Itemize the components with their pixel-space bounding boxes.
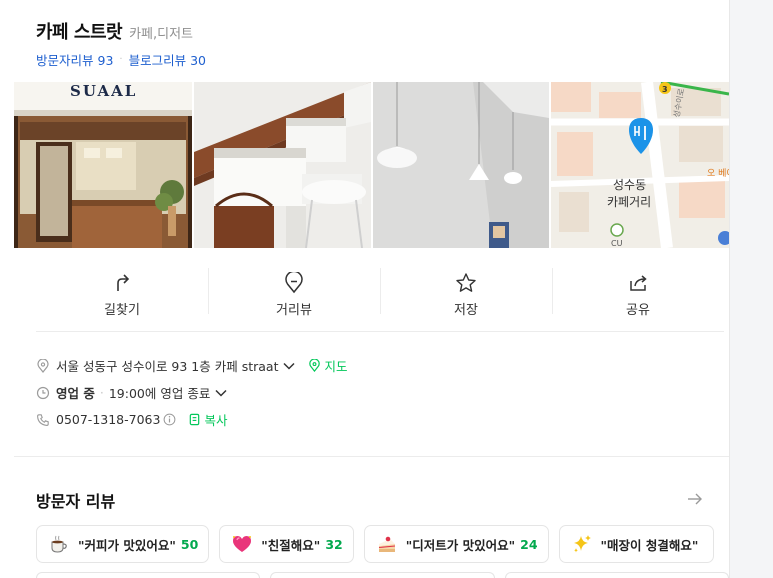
map-label-line1: 성수동 xyxy=(613,178,646,192)
storefront-sign: SUAAL xyxy=(70,82,137,100)
place-detail-panel: 카페 스트랏 카페,디저트 방문자리뷰 93 · 블로그리뷰 30 SUAAL xyxy=(14,0,729,578)
copy-button[interactable]: 복사 xyxy=(204,410,227,429)
clock-icon xyxy=(36,386,50,399)
review-chip-text: "커피가 맛있어요" xyxy=(78,537,176,553)
share-label: 공유 xyxy=(626,302,650,318)
photo-pendant-lights[interactable] xyxy=(373,82,549,248)
place-name: 카페 스트랏 xyxy=(36,22,123,43)
directions-icon xyxy=(117,273,130,291)
place-info: 서울 성동구 성수이로 93 1층 카페 straat 지도 영업 중 · 19… xyxy=(36,352,348,433)
review-chip-count: 32 xyxy=(325,536,343,552)
review-chip-count: 50 xyxy=(180,536,199,552)
blog-reviews-label: 블로그리뷰 xyxy=(128,53,187,68)
map-label-line2: 카페거리 xyxy=(607,195,651,209)
review-chip-text: "매장이 청결해요" xyxy=(600,537,699,553)
review-chip[interactable]: "친절해요" 32 xyxy=(219,525,354,563)
street-view-label: 거리뷰 xyxy=(276,302,312,318)
review-chip[interactable]: "매장이 청결해요" xyxy=(558,525,715,563)
chevron-down-icon[interactable] xyxy=(214,386,228,400)
photo-storefront[interactable]: SUAAL xyxy=(14,82,192,248)
separator-dot: · xyxy=(99,385,104,400)
street-view-icon xyxy=(285,271,303,293)
visitor-reviews-link[interactable]: 방문자리뷰 93 xyxy=(36,50,113,69)
phone-number: 0507-1318-7063 xyxy=(56,412,161,427)
street-view-button[interactable]: 거리뷰 xyxy=(208,258,380,331)
action-bar: 길찾기 거리뷰 저장 공유 xyxy=(36,258,724,332)
share-icon xyxy=(630,274,647,291)
blog-reviews-link[interactable]: 블로그리뷰 30 xyxy=(129,50,206,69)
map-route-number: 3 xyxy=(662,85,668,94)
photo-strip: SUAAL 3 성수이로 성수동 카페거리 오 베 CU xyxy=(14,82,729,248)
place-title-row: 카페 스트랏 카페,디저트 xyxy=(36,18,193,44)
directions-button[interactable]: 길찾기 xyxy=(36,258,208,331)
chevron-down-icon[interactable] xyxy=(282,359,296,373)
separator-dot: · xyxy=(119,54,123,65)
map-side-label: 오 베이 xyxy=(707,168,729,179)
review-chip[interactable]: "커피가 맛있어요" 50 xyxy=(36,525,210,563)
review-card-edge xyxy=(504,572,729,578)
photo-map[interactable]: 3 성수이로 성수동 카페거리 오 베이 CU xyxy=(551,82,729,248)
info-icon[interactable] xyxy=(163,413,176,426)
open-status: 영업 중 xyxy=(56,386,95,401)
review-chip-count: 24 xyxy=(520,536,538,552)
review-list-preview xyxy=(36,572,729,578)
heart-icon xyxy=(233,536,252,552)
save-button[interactable]: 저장 xyxy=(380,258,552,331)
location-pin-icon xyxy=(37,358,49,373)
visitor-reviews-label: 방문자리뷰 xyxy=(36,53,94,68)
map-pin-green-icon xyxy=(309,359,321,372)
sparkle-icon xyxy=(573,535,591,553)
review-card-edge xyxy=(270,572,495,578)
directions-label: 길찾기 xyxy=(104,302,140,318)
blog-reviews-count: 30 xyxy=(190,53,206,68)
review-links: 방문자리뷰 93 · 블로그리뷰 30 xyxy=(36,50,206,69)
map-bottom-label: CU xyxy=(611,239,623,248)
photo-interior-desks[interactable] xyxy=(194,82,371,248)
save-label: 저장 xyxy=(454,302,478,318)
place-category: 카페,디저트 xyxy=(129,27,194,42)
phone-icon xyxy=(37,413,49,426)
cake-icon xyxy=(378,536,395,552)
address-text: 서울 성동구 성수이로 93 1층 카페 straat xyxy=(56,359,279,374)
phone-line: 0507-1318-7063 복사 xyxy=(36,406,348,433)
review-keyword-chips: "커피가 맛있어요" 50 "친절해요" 32 "디저트가 맛있어요" 24 "… xyxy=(36,525,729,567)
copy-icon xyxy=(190,413,200,426)
star-icon xyxy=(456,272,476,292)
hours-line: 영업 중 · 19:00에 영업 종료 xyxy=(36,379,348,406)
coffee-icon xyxy=(51,535,67,553)
map-link[interactable]: 지도 xyxy=(324,356,347,375)
right-gutter xyxy=(729,0,773,578)
review-chip-text: "디저트가 맛있어요" xyxy=(405,537,516,553)
share-button[interactable]: 공유 xyxy=(552,258,724,331)
review-chip-text: "친절해요" xyxy=(261,537,321,553)
closing-time: 19:00에 영업 종료 xyxy=(108,386,211,401)
section-divider xyxy=(14,456,729,457)
arrow-right-icon[interactable] xyxy=(686,490,704,508)
address-line: 서울 성동구 성수이로 93 1층 카페 straat 지도 xyxy=(36,352,348,379)
visitor-review-section-title: 방문자 리뷰 xyxy=(36,492,116,511)
review-card-edge xyxy=(36,572,261,578)
review-chip[interactable]: "디저트가 맛있어요" 24 xyxy=(363,525,549,563)
visitor-reviews-count: 93 xyxy=(97,53,114,68)
